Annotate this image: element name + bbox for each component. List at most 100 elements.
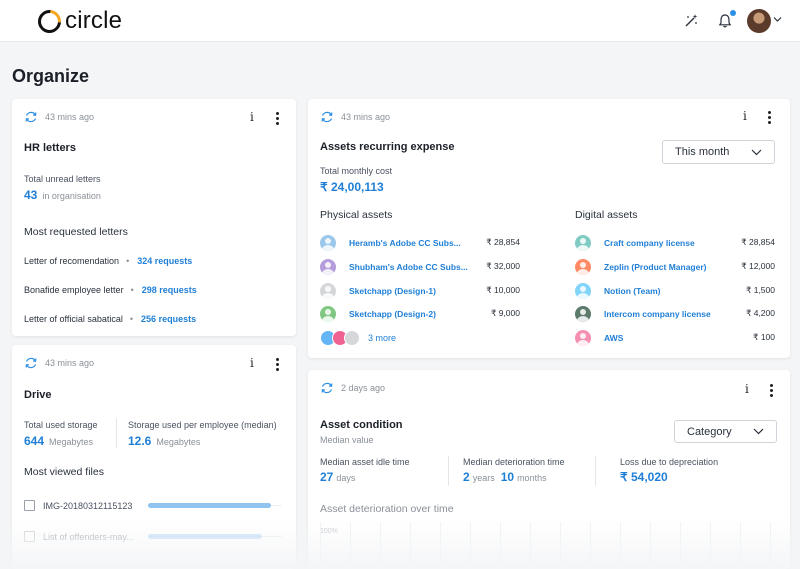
- info-icon[interactable]: i: [250, 356, 254, 370]
- kebab-menu-icon[interactable]: [276, 112, 279, 127]
- list-item[interactable]: List of offenders-may...: [24, 531, 134, 542]
- deterioration-years: 2: [463, 470, 470, 484]
- notification-dot: [730, 10, 736, 16]
- unread-count: 43: [24, 188, 38, 202]
- per-employee-value: 12.6 Megabytes: [128, 434, 200, 448]
- list-item[interactable]: IMG-20180312115123: [24, 500, 132, 511]
- asset-price: ₹ 1,500: [745, 285, 775, 295]
- info-icon[interactable]: i: [250, 110, 254, 124]
- card-title: Drive: [24, 389, 52, 401]
- deterioration-chart-grid: [320, 522, 780, 562]
- last-updated: 43 mins ago: [45, 112, 95, 122]
- used-storage-label: Total used storage: [24, 420, 98, 430]
- logo-ring-icon: [33, 4, 66, 38]
- physical-asset-row[interactable]: Sketchapp (Design-1): [320, 283, 479, 299]
- divider: [448, 456, 449, 486]
- years-unit: years: [472, 473, 495, 483]
- last-updated: 2 days ago: [341, 383, 386, 393]
- most-requested-label: Most requested letters: [24, 226, 128, 238]
- category-dropdown[interactable]: Category: [674, 420, 777, 443]
- idle-time-number: 27: [320, 470, 334, 484]
- asset-price: ₹ 32,000: [486, 261, 520, 271]
- drive-card: 43 mins ago i Drive Total used storage 6…: [12, 345, 296, 569]
- letter-name: Bonafide employee letter: [24, 285, 124, 295]
- deterioration-label: Median deterioration time: [463, 457, 565, 467]
- assets-expense-card: 43 mins ago i Assets recurring expense T…: [308, 99, 790, 358]
- bell-icon[interactable]: [713, 9, 737, 33]
- avatar: [320, 235, 336, 251]
- per-employee-unit: Megabytes: [156, 437, 201, 447]
- digital-asset-row[interactable]: Notion (Team): [575, 283, 734, 299]
- request-count-link[interactable]: 256 requests: [141, 314, 196, 324]
- monthly-cost-value: ₹ 24,00,113: [320, 180, 384, 194]
- used-storage-unit: Megabytes: [49, 437, 94, 447]
- physical-asset-row[interactable]: Heramb's Adobe CC Subs...: [320, 235, 479, 251]
- deterioration-chart-title: Asset deterioration over time: [320, 503, 454, 515]
- file-bar: [148, 534, 262, 539]
- request-count-link[interactable]: 324 requests: [137, 256, 192, 266]
- unread-value: 43 in organisation: [24, 188, 101, 202]
- period-dropdown-value: This month: [675, 146, 730, 158]
- asset-condition-card: 2 days ago i Asset condition Median valu…: [308, 370, 790, 569]
- divider: [595, 456, 596, 486]
- per-employee-number: 12.6: [128, 434, 152, 448]
- info-icon[interactable]: i: [745, 382, 749, 396]
- avatar: [320, 306, 336, 322]
- magic-wand-icon[interactable]: [679, 9, 703, 33]
- avatar: [575, 330, 591, 346]
- digital-asset-row[interactable]: AWS: [575, 330, 734, 346]
- file-name: IMG-20180312115123: [43, 500, 133, 511]
- more-assets[interactable]: 3 more: [320, 330, 396, 346]
- chevron-down-icon: [753, 428, 764, 435]
- card-title: Assets recurring expense: [320, 141, 455, 153]
- image-file-icon: [24, 500, 35, 511]
- kebab-menu-icon[interactable]: [768, 111, 771, 126]
- letter-name: Letter of recomendation: [24, 256, 120, 266]
- idle-time-unit: days: [336, 473, 356, 483]
- info-icon[interactable]: i: [743, 109, 747, 123]
- digital-asset-row[interactable]: Zeplin (Product Manager): [575, 259, 734, 275]
- idle-time-label: Median asset idle time: [320, 457, 410, 467]
- refresh-icon[interactable]: [24, 356, 38, 370]
- digital-asset-row[interactable]: Craft company license: [575, 235, 734, 251]
- refresh-icon[interactable]: [24, 110, 38, 124]
- asset-price: ₹ 28,854: [486, 237, 520, 247]
- page-title: Organize: [12, 66, 90, 86]
- request-count-link[interactable]: 298 requests: [142, 285, 197, 295]
- more-assets-link[interactable]: 3 more: [368, 333, 396, 343]
- avatar: [344, 330, 360, 346]
- letter-name: Letter of official sabatical: [24, 314, 123, 324]
- card-subtitle: Median value: [320, 435, 374, 445]
- deterioration-months: 10: [500, 470, 515, 484]
- refresh-icon[interactable]: [320, 381, 334, 395]
- months-unit: months: [517, 473, 547, 483]
- period-dropdown[interactable]: This month: [662, 140, 775, 164]
- hr-letters-card: 43 mins ago i HR letters Total unread le…: [12, 99, 296, 336]
- avatar: [575, 259, 591, 275]
- digital-asset-row[interactable]: Intercom company license: [575, 306, 734, 322]
- deterioration-value: 2 years 10 months: [463, 470, 553, 484]
- avatar: [320, 283, 336, 299]
- divider: [116, 418, 117, 448]
- physical-asset-row[interactable]: Sketchapp (Design-2): [320, 306, 479, 322]
- physical-asset-row[interactable]: Shubham's Adobe CC Subs...: [320, 259, 479, 275]
- circle-logo[interactable]: circle: [33, 4, 122, 38]
- digital-assets-label: Digital assets: [575, 209, 638, 221]
- used-storage-value: 644 Megabytes: [24, 434, 93, 448]
- avatar: [575, 283, 591, 299]
- kebab-menu-icon[interactable]: [770, 384, 773, 399]
- chevron-down-icon: [751, 149, 762, 155]
- file-icon: [24, 531, 35, 542]
- refresh-icon[interactable]: [320, 110, 334, 124]
- depreciation-loss-value: ₹ 54,020: [620, 470, 668, 484]
- last-updated: 43 mins ago: [341, 112, 391, 122]
- top-bar: circle: [0, 0, 800, 42]
- list-item: Bonafide employee letter • 298 requests: [24, 285, 197, 295]
- user-avatar[interactable]: [747, 9, 771, 33]
- monthly-cost-label: Total monthly cost: [320, 166, 393, 176]
- last-updated: 43 mins ago: [45, 358, 95, 368]
- chevron-down-icon[interactable]: [773, 15, 782, 24]
- unread-suffix: in organisation: [42, 191, 101, 201]
- kebab-menu-icon[interactable]: [276, 358, 279, 373]
- category-dropdown-value: Category: [687, 425, 732, 438]
